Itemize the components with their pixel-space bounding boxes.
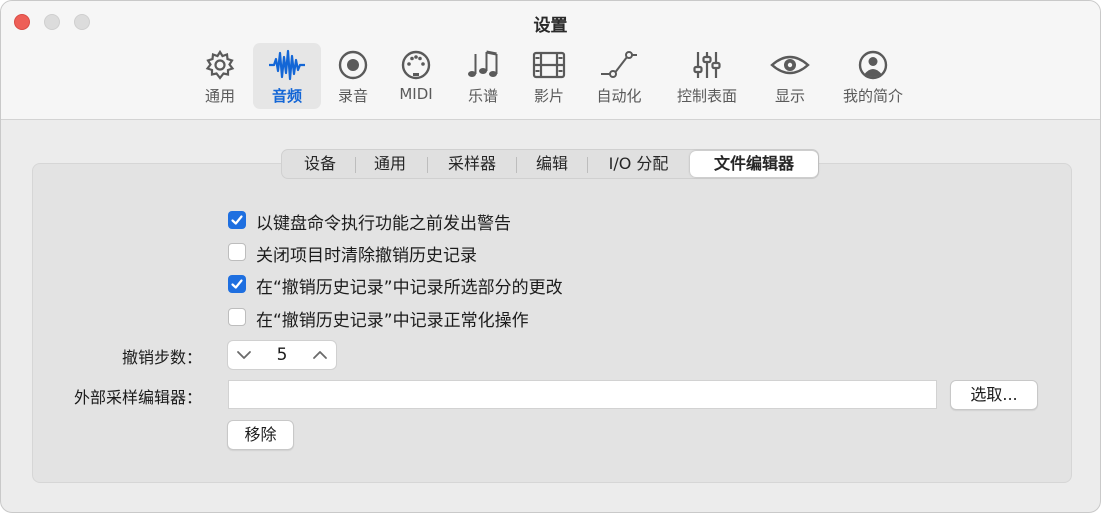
gear-icon (205, 49, 235, 80)
sliders-icon (693, 52, 721, 78)
toolbar-my-info[interactable]: 我的简介 (837, 43, 909, 109)
eye-icon (770, 55, 810, 75)
midi-icon (401, 50, 431, 80)
titlebar: 设置 通用 音频 录音 MIDI 乐谱 影片 自动化 控制表面 显示 我的简介 (1, 1, 1100, 120)
external-editor-path-field[interactable] (228, 380, 937, 409)
record-selection-changes-checkbox[interactable] (228, 275, 246, 293)
option-label: 以键盘命令执行功能之前发出警告 (256, 214, 511, 234)
toolbar-automation[interactable]: 自动化 (591, 43, 647, 109)
undo-steps-stepper[interactable]: 5 (227, 340, 337, 370)
toolbar-label: 音频 (271, 87, 302, 105)
toolbar-score[interactable]: 乐谱 (461, 43, 505, 109)
toolbar-label: 我的简介 (842, 87, 903, 105)
choose-button[interactable]: 选取... (950, 380, 1038, 410)
toolbar-audio[interactable]: 音频 (253, 43, 321, 109)
film-icon (532, 51, 566, 79)
preferences-window: 设置 通用 音频 录音 MIDI 乐谱 影片 自动化 控制表面 显示 我的简介 … (0, 0, 1101, 513)
external-editor-label: 外部采样编辑器： (73, 388, 202, 407)
toolbar-label: 通用 (204, 87, 235, 105)
notes-icon (468, 50, 498, 77)
record-normalize-checkbox[interactable] (228, 308, 246, 326)
toolbar-label: 影片 (533, 87, 564, 105)
option-label: 关闭项目时清除撤销历史记录 (256, 246, 477, 266)
toolbar-general[interactable]: 通用 (194, 43, 246, 109)
toolbar-label: 乐谱 (467, 87, 498, 105)
tab-file-editor[interactable]: 文件编辑器 (690, 151, 818, 177)
waveform-icon (269, 49, 305, 81)
option-label: 在“撤销历史记录”中记录所选部分的更改 (256, 278, 563, 298)
toolbar-movie[interactable]: 影片 (527, 43, 571, 109)
toolbar-display[interactable]: 显示 (767, 43, 813, 109)
tab-io-assignments[interactable]: I/O 分配 (588, 150, 689, 178)
toolbar-control-surfaces[interactable]: 控制表面 (673, 43, 741, 109)
toolbar-label: 控制表面 (676, 87, 737, 105)
remove-button[interactable]: 移除 (227, 420, 294, 450)
toolbar-label: 显示 (774, 87, 805, 105)
record-icon (338, 50, 368, 80)
profile-icon (858, 50, 888, 80)
clear-undo-history-checkbox[interactable] (228, 243, 246, 261)
toolbar-label: MIDI (399, 85, 433, 103)
toolbar-midi[interactable]: MIDI (394, 43, 438, 109)
toolbar-recording[interactable]: 录音 (331, 43, 375, 109)
tab-general[interactable]: 通用 (356, 150, 424, 178)
checkmark-icon (231, 215, 243, 225)
tab-sampler[interactable]: 采样器 (428, 150, 516, 178)
warn-before-key-command-checkbox[interactable] (228, 211, 246, 229)
toolbar-label: 自动化 (596, 87, 642, 105)
automation-icon (601, 51, 637, 78)
tab-editing[interactable]: 编辑 (517, 150, 587, 178)
settings-panel (32, 163, 1072, 483)
window-title: 设置 (533, 16, 568, 36)
tab-devices[interactable]: 设备 (282, 150, 358, 178)
toolbar-label: 录音 (337, 87, 368, 105)
tab-bar: 设备 通用 采样器 编辑 I/O 分配 文件编辑器 (281, 149, 819, 179)
checkmark-icon (231, 279, 243, 289)
undo-steps-label: 撤销步数： (121, 348, 202, 367)
option-label: 在“撤销历史记录”中记录正常化操作 (256, 311, 529, 331)
chevron-up-icon[interactable] (312, 348, 328, 362)
